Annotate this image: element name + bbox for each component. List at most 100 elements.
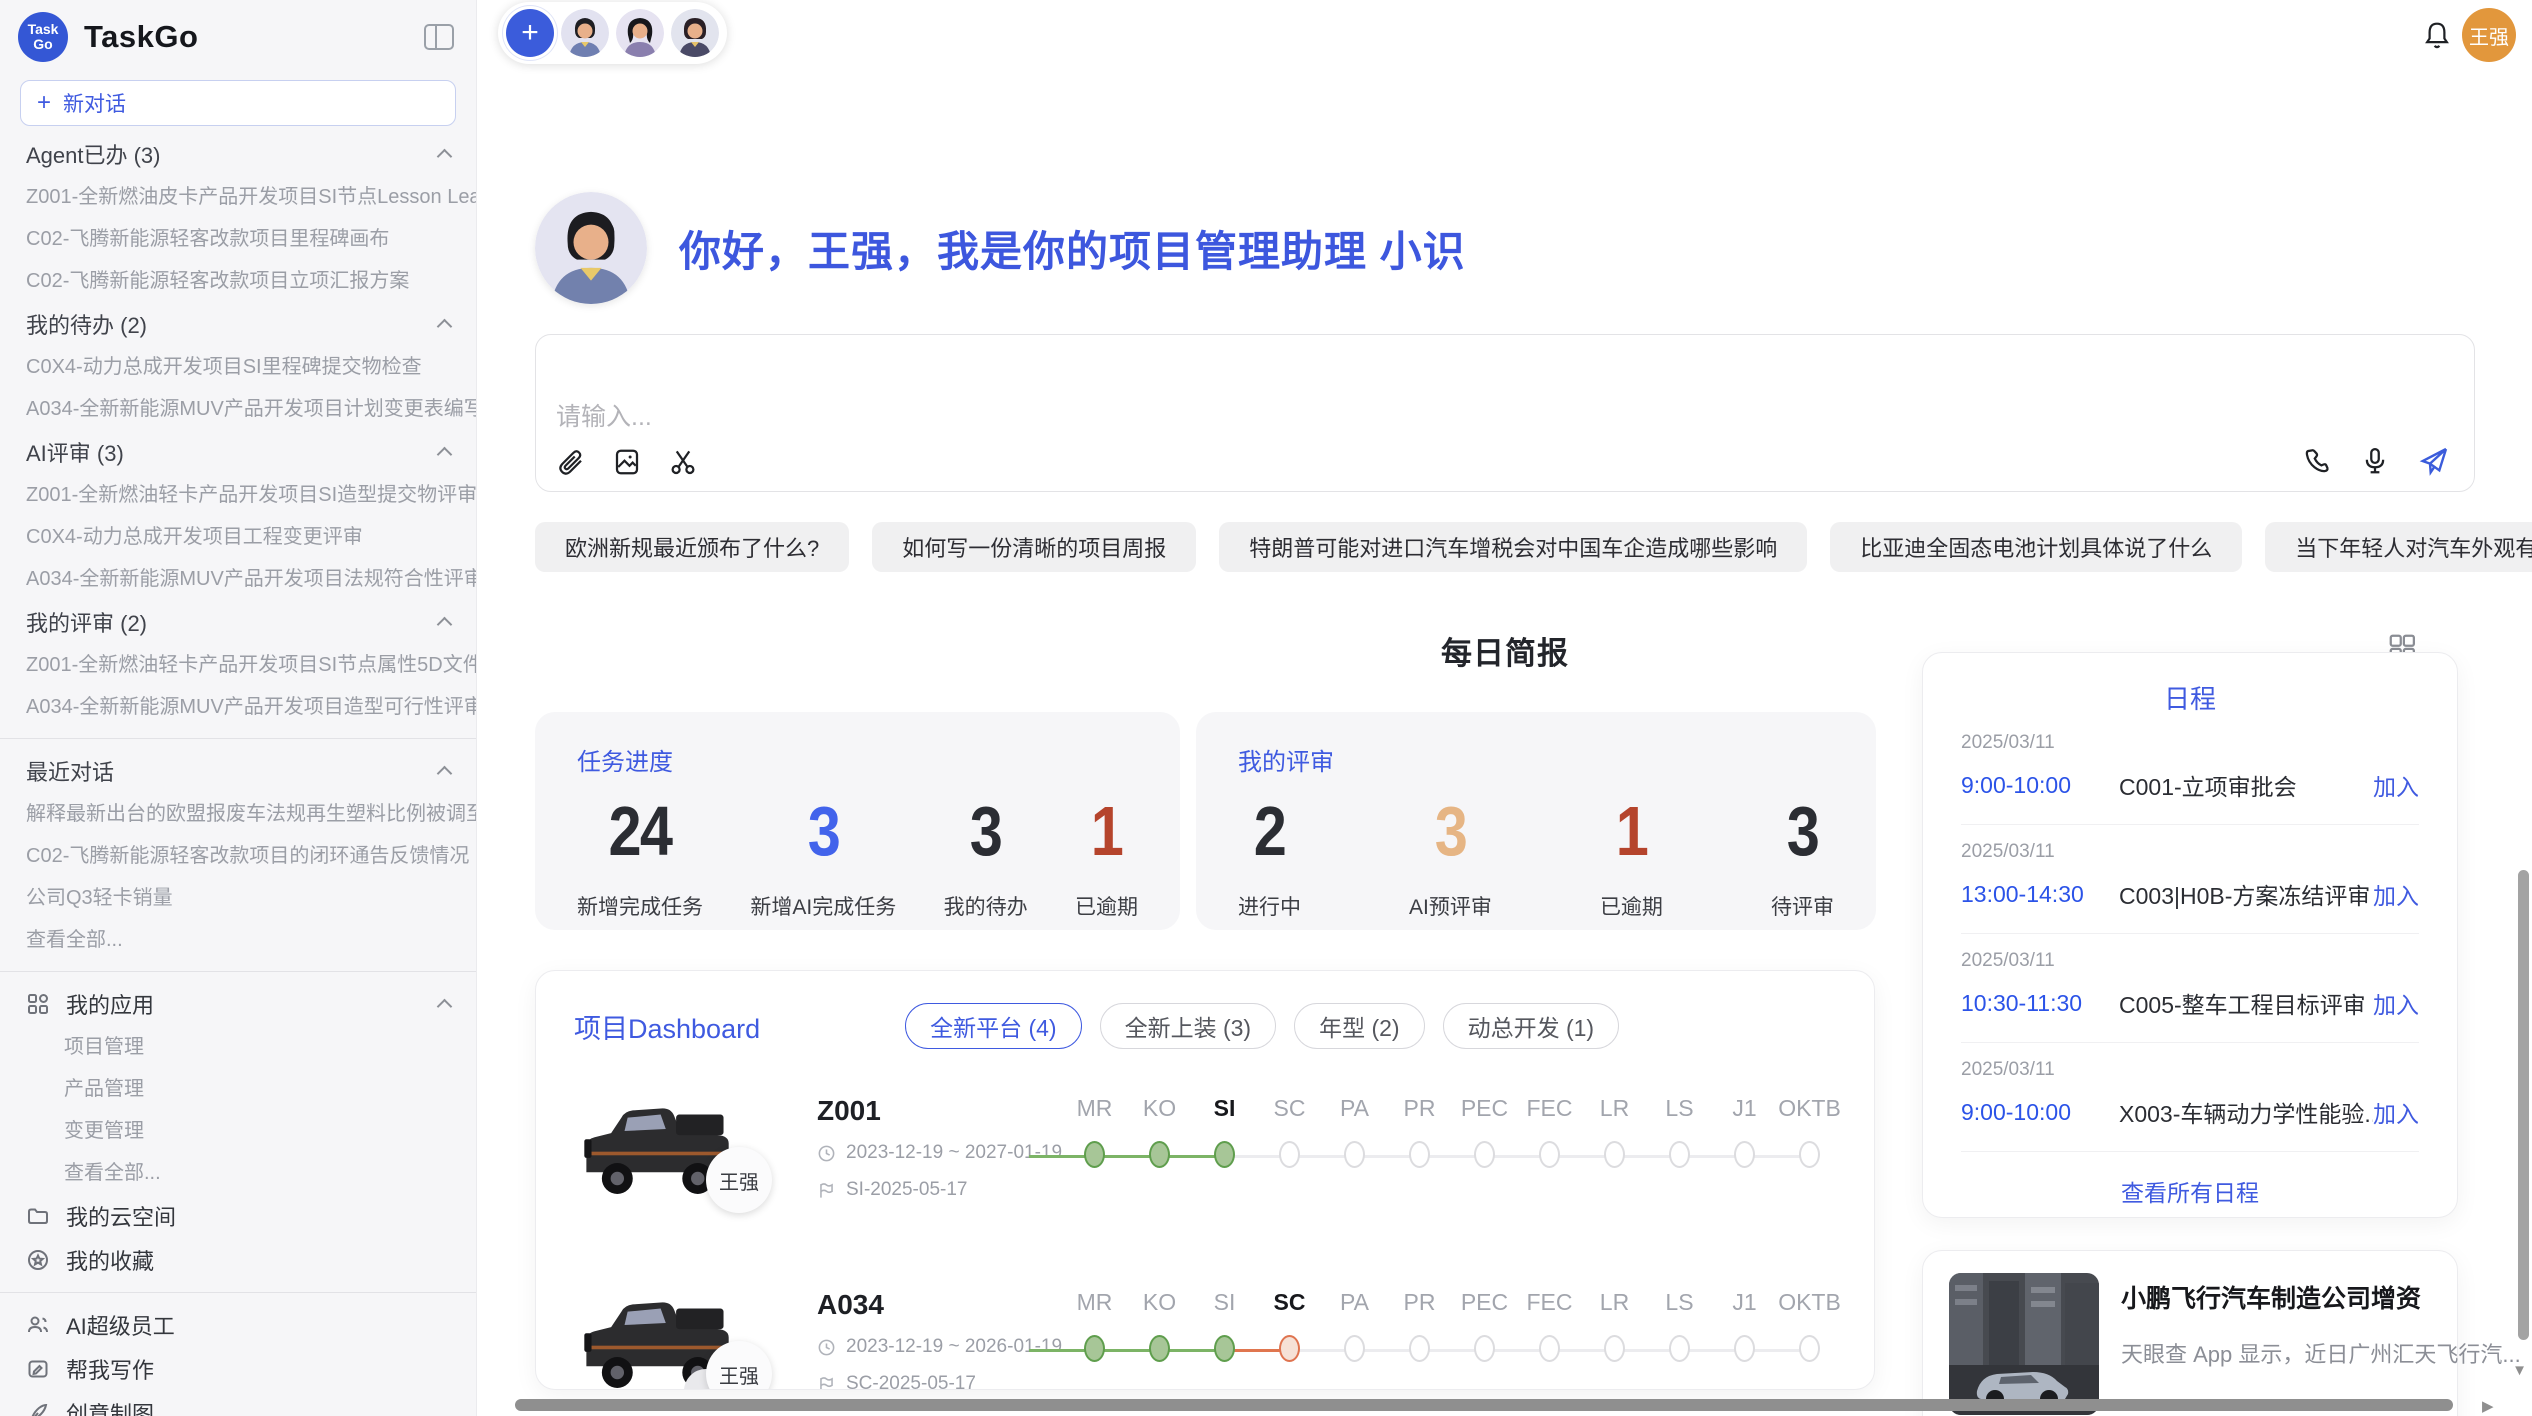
milestone[interactable]: MR [1062,1289,1127,1390]
app-subitem[interactable]: 查看全部... [0,1152,476,1194]
join-link[interactable]: 加入 [2373,986,2419,1020]
recent-chat-item[interactable]: 查看全部... [0,919,476,961]
sidebar-item-cloud[interactable]: 我的云空间 [0,1194,476,1238]
quick-access-pill: + [498,2,727,64]
sidebar-group-header[interactable]: Agent已办 (3) [0,132,476,176]
milestone[interactable]: SI [1192,1095,1257,1243]
send-icon[interactable] [2418,445,2450,477]
suggestion-chip[interactable]: 特朗普可能对进口汽车增税会对中国车企造成哪些影响 [1219,522,1807,572]
suggestion-chip[interactable]: 欧洲新规最近颁布了什么? [535,522,849,572]
milestone[interactable]: LS [1647,1095,1712,1243]
clock-icon [817,1144,836,1163]
sidebar-task-item[interactable]: Z001-全新燃油轻卡产品开发项目SI节点属性5D文件评审 [0,644,476,686]
app-subitem[interactable]: 产品管理 [0,1068,476,1110]
recent-chat-item[interactable]: C02-飞腾新能源轻客改款项目的闭环通告反馈情况 [0,835,476,877]
join-link[interactable]: 加入 [2373,1095,2419,1129]
scroll-down-arrow-icon[interactable]: ▼ [2512,1362,2527,1379]
milestone-dot [1539,1335,1560,1362]
suggestion-chip[interactable]: 如何写一份清晰的项目周报 [872,522,1196,572]
recent-chat-item[interactable]: 公司Q3轻卡销量 [0,877,476,919]
join-link[interactable]: 加入 [2373,768,2419,802]
milestone[interactable]: OKTB [1777,1289,1842,1390]
milestone[interactable]: PA [1322,1289,1387,1390]
sidebar-item-favorites[interactable]: 我的收藏 [0,1238,476,1282]
sidebar-task-item[interactable]: Z001-全新燃油轻卡产品开发项目SI造型提交物评审 [0,474,476,516]
dashboard-tab[interactable]: 全新平台 (4) [905,1003,1082,1049]
suggestion-chip[interactable]: 当下年轻人对汽车外观有怎样的喜好趋势 [2265,522,2532,572]
scissors-icon[interactable] [668,447,698,477]
join-link[interactable]: 加入 [2373,877,2419,911]
sidebar-group-header[interactable]: 我的待办 (2) [0,302,476,346]
sidebar-item-ai-staff[interactable]: AI超级员工 [0,1303,476,1347]
assistant-avatar-1[interactable] [561,9,609,57]
suggestion-chip[interactable]: 比亚迪全固态电池计划具体说了什么 [1830,522,2242,572]
message-input[interactable] [556,403,1756,432]
milestone[interactable]: FEC [1517,1289,1582,1390]
sidebar-group-header[interactable]: AI评审 (3) [0,430,476,474]
milestone[interactable]: PEC [1452,1095,1517,1243]
new-session-button[interactable]: + [506,9,554,57]
milestone[interactable]: SI [1192,1289,1257,1390]
sidebar-task-item[interactable]: Z001-全新燃油皮卡产品开发项目SI节点Lesson Learn报告 [0,176,476,218]
sidebar-task-item[interactable]: C0X4-动力总成开发项目工程变更评审 [0,516,476,558]
greeting-block: 你好，王强，我是你的项目管理助理 小识 [535,192,2475,304]
dashboard-tabs: 全新平台 (4) 全新上装 (3) 年型 (2) 动总开发 (1) [905,1003,1619,1049]
sidebar-task-item[interactable]: C02-飞腾新能源轻客改款项目立项汇报方案 [0,260,476,302]
recent-chat-item[interactable]: 解释最新出台的欧盟报废车法规再生塑料比例被调至15%... [0,793,476,835]
milestone[interactable]: KO [1127,1095,1192,1243]
user-avatar[interactable]: 王强 [2462,8,2516,62]
milestone[interactable]: FEC [1517,1095,1582,1243]
milestone[interactable]: MR [1062,1095,1127,1243]
project-row[interactable]: 王强 Z001 2023-12-19 ~ 2027-01-19 [574,1091,1874,1243]
milestone-dot [1279,1141,1300,1168]
milestone[interactable]: LS [1647,1289,1712,1390]
sidebar-group-header[interactable]: 我的评审 (2) [0,600,476,644]
milestone[interactable]: OKTB [1777,1095,1842,1243]
milestone[interactable]: KO [1127,1289,1192,1390]
horizontal-scrollbar-thumb[interactable] [515,1399,2453,1411]
milestone[interactable]: J1 [1712,1289,1777,1390]
phone-icon[interactable] [2302,446,2332,476]
sidebar-item-draw[interactable]: 创意制图 [0,1391,476,1416]
dashboard-tab[interactable]: 动总开发 (1) [1443,1003,1620,1049]
project-row[interactable]: 王强 A034 2023-12-19 ~ 2026-01-19 [574,1285,1874,1390]
sidebar-group-title: AI评审 (3) [26,436,124,468]
scroll-right-arrow-icon[interactable]: ▶ [2482,1397,2494,1415]
vertical-scrollbar-thumb[interactable] [2518,870,2529,1340]
milestone[interactable]: PR [1387,1095,1452,1243]
sidebar-recent-header[interactable]: 最近对话 [0,749,476,793]
milestone[interactable]: LR [1582,1095,1647,1243]
new-chat-button[interactable]: + 新对话 [20,80,456,126]
sidebar-task-item[interactable]: C0X4-动力总成开发项目SI里程碑提交物检查 [0,346,476,388]
assistant-avatar-2[interactable] [616,9,664,57]
app-subitem[interactable]: 项目管理 [0,1026,476,1068]
chevron-up-icon [437,149,453,165]
microphone-icon[interactable] [2360,446,2390,476]
sidebar-item-my-apps[interactable]: 我的应用 [0,982,476,1026]
milestone[interactable]: LR [1582,1289,1647,1390]
image-icon[interactable] [612,447,642,477]
news-card[interactable]: 小鹏飞行汽车制造公司增资 天眼查 App 显示，近日广州汇天飞行汽... [1922,1250,2458,1416]
milestone[interactable]: SC [1257,1095,1322,1243]
sidebar-collapse-icon[interactable] [424,24,454,50]
milestone[interactable]: J1 [1712,1095,1777,1243]
sidebar-task-item[interactable]: A034-全新新能源MUV产品开发项目法规符合性评审 [0,558,476,600]
app-subitem[interactable]: 变更管理 [0,1110,476,1152]
bell-icon[interactable] [2422,20,2452,52]
dashboard-tab[interactable]: 年型 (2) [1294,1003,1425,1049]
schedule-date: 2025/03/11 [1961,732,2419,754]
sidebar-task-item[interactable]: C02-飞腾新能源轻客改款项目里程碑画布 [0,218,476,260]
sidebar-task-item[interactable]: A034-全新新能源MUV产品开发项目计划变更表编写 [0,388,476,430]
milestone[interactable]: PA [1322,1095,1387,1243]
attachment-icon[interactable] [556,447,586,477]
stat-value: 3 [808,791,839,871]
milestone[interactable]: PEC [1452,1289,1517,1390]
dashboard-tab[interactable]: 全新上装 (3) [1100,1003,1277,1049]
milestone[interactable]: SC [1257,1289,1322,1390]
sidebar-task-item[interactable]: A034-全新新能源MUV产品开发项目造型可行性评审 [0,686,476,728]
view-all-schedule-link[interactable]: 查看所有日程 [1961,1174,2419,1208]
assistant-avatar-3[interactable] [671,9,719,57]
clock-icon [817,1338,836,1357]
sidebar-item-write[interactable]: 帮我写作 [0,1347,476,1391]
milestone[interactable]: PR [1387,1289,1452,1390]
